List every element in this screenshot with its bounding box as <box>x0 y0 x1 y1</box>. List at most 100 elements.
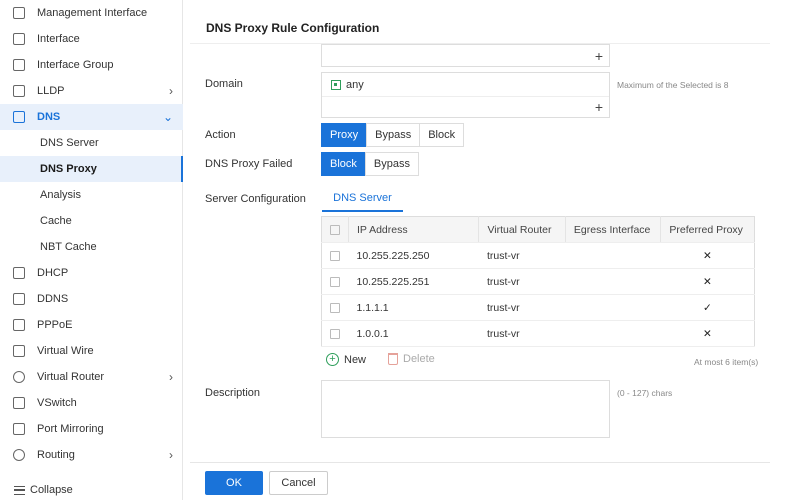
source-add-box: + <box>321 44 610 67</box>
sidebar-item-nbt-cache[interactable]: NBT Cache <box>0 234 183 260</box>
column-header[interactable]: Egress Interface <box>565 216 662 243</box>
action-label: Action <box>205 129 236 141</box>
table-row[interactable]: 10.255.225.250 trust-vr ✕ <box>321 242 755 269</box>
sidebar-item-analysis[interactable]: Analysis <box>0 182 183 208</box>
description-label: Description <box>205 387 261 399</box>
column-header[interactable]: Preferred Proxy <box>660 216 755 243</box>
add-icon[interactable]: + <box>595 99 603 115</box>
sidebar-item-virtual-router[interactable]: Virtual Router › <box>0 364 183 390</box>
action-proxy-button[interactable]: Proxy <box>321 123 368 147</box>
dns-server-table: IP Address Virtual Router Egress Interfa… <box>321 216 755 347</box>
virtual-router-cell: trust-vr <box>478 268 566 295</box>
table-row[interactable]: 10.255.225.251 trust-vr ✕ <box>321 268 755 295</box>
sidebar-item-dns-proxy[interactable]: DNS Proxy <box>0 156 183 182</box>
collapse-button[interactable]: Collapse <box>14 484 73 496</box>
new-label: New <box>344 353 367 366</box>
row-checkbox[interactable] <box>330 328 340 339</box>
table-header-row: IP Address Virtual Router Egress Interfa… <box>321 216 755 243</box>
sidebar-item-management-interface[interactable]: Management Interface <box>0 0 183 26</box>
sidebar-item-cache[interactable]: Cache <box>0 208 183 234</box>
table-row[interactable]: 1.1.1.1 trust-vr ✓ <box>321 294 755 321</box>
port-mirroring-icon <box>13 423 25 435</box>
divider <box>322 96 609 97</box>
sidebar-item-pppoe[interactable]: PPPoE <box>0 312 183 338</box>
server-config-label: Server Configuration <box>205 193 306 205</box>
sidebar-item-dhcp[interactable]: DHCP <box>0 260 183 286</box>
sidebar-item-dns-server[interactable]: DNS Server <box>0 130 183 156</box>
interface-icon <box>13 33 25 45</box>
action-bypass-button[interactable]: Bypass <box>366 123 421 147</box>
sidebar-item-lldp[interactable]: LLDP › <box>0 78 183 104</box>
collapse-label: Collapse <box>30 484 73 496</box>
column-header[interactable]: Virtual Router <box>478 216 566 243</box>
column-header[interactable]: IP Address <box>348 216 480 243</box>
sidebar-item-label: Analysis <box>40 189 81 201</box>
virtual-wire-icon <box>13 345 25 357</box>
add-icon[interactable]: + <box>595 48 603 64</box>
sidebar-item-ddns[interactable]: DDNS <box>0 286 183 312</box>
tab-dns-server[interactable]: DNS Server <box>322 192 403 212</box>
cancel-button[interactable]: Cancel <box>269 471 328 495</box>
domain-value: any <box>346 79 364 91</box>
ip-address-cell: 1.0.0.1 <box>348 320 479 347</box>
egress-interface-cell <box>565 294 661 321</box>
domain-selector[interactable]: any + <box>321 72 610 118</box>
action-segmented: Proxy Bypass Block <box>321 123 465 147</box>
new-button[interactable]: + New <box>326 353 366 366</box>
ip-address-cell: 1.1.1.1 <box>348 294 479 321</box>
dns-icon <box>13 111 25 123</box>
row-checkbox[interactable] <box>330 276 340 287</box>
sidebar-item-label: DNS Proxy <box>40 163 97 175</box>
sidebar-item-label: Cache <box>40 215 72 227</box>
sidebar-item-label: Interface Group <box>37 59 114 71</box>
egress-interface-cell <box>565 268 661 295</box>
table-row[interactable]: 1.0.0.1 trust-vr ✕ <box>321 320 755 347</box>
sidebar-item-interface[interactable]: Interface <box>0 26 183 52</box>
egress-interface-cell <box>565 242 661 269</box>
collapse-icon <box>14 485 25 495</box>
dialog-footer: OK Cancel <box>190 462 770 500</box>
chevron-down-icon: ⌄ <box>162 110 173 124</box>
preferred-proxy-cell: ✓ <box>660 294 755 321</box>
select-all-cell[interactable] <box>321 216 349 243</box>
ddns-icon <box>13 293 25 305</box>
sidebar-item-label: Port Mirroring <box>37 423 104 435</box>
pppoe-icon <box>13 319 25 331</box>
sidebar-item-label: Routing <box>37 449 75 461</box>
add-circle-icon: + <box>326 353 339 366</box>
interface-group-icon <box>13 59 25 71</box>
domain-label: Domain <box>205 78 243 90</box>
virtual-router-icon <box>13 371 25 383</box>
sidebar-item-label: Virtual Router <box>37 371 105 383</box>
sidebar-item-routing[interactable]: Routing › <box>0 442 183 468</box>
ok-button[interactable]: OK <box>205 471 263 495</box>
sidebar-item-dns[interactable]: DNS ⌄ <box>0 104 183 130</box>
delete-button[interactable]: Delete <box>388 353 435 365</box>
sidebar-item-vswitch[interactable]: VSwitch <box>0 390 183 416</box>
row-checkbox[interactable] <box>330 250 340 261</box>
virtual-router-cell: trust-vr <box>478 294 566 321</box>
sidebar-item-interface-group[interactable]: Interface Group <box>0 52 183 78</box>
preferred-proxy-cell: ✕ <box>660 242 755 269</box>
sidebar-item-label: DNS <box>37 111 61 123</box>
sidebar-item-virtual-wire[interactable]: Virtual Wire <box>0 338 183 364</box>
sidebar: Management Interface Interface Interface… <box>0 0 183 500</box>
trash-icon <box>388 353 398 365</box>
sidebar-item-label: Interface <box>37 33 80 45</box>
sidebar-item-label: DHCP <box>37 267 69 279</box>
virtual-router-cell: trust-vr <box>478 320 566 347</box>
sidebar-item-label: LLDP <box>37 85 65 97</box>
ip-address-cell: 10.255.225.250 <box>348 242 479 269</box>
description-textarea[interactable] <box>321 380 610 438</box>
failed-bypass-button[interactable]: Bypass <box>364 152 419 176</box>
select-all-checkbox[interactable] <box>330 224 340 235</box>
action-block-button[interactable]: Block <box>419 123 465 147</box>
failed-block-button[interactable]: Block <box>321 152 366 176</box>
sidebar-item-port-mirroring[interactable]: Port Mirroring <box>0 416 183 442</box>
delete-label: Delete <box>403 353 435 365</box>
monitor-icon <box>13 7 25 19</box>
dhcp-icon <box>13 267 25 279</box>
row-checkbox[interactable] <box>330 302 340 313</box>
sidebar-item-label: NBT Cache <box>40 241 97 253</box>
address-book-icon <box>331 80 341 90</box>
